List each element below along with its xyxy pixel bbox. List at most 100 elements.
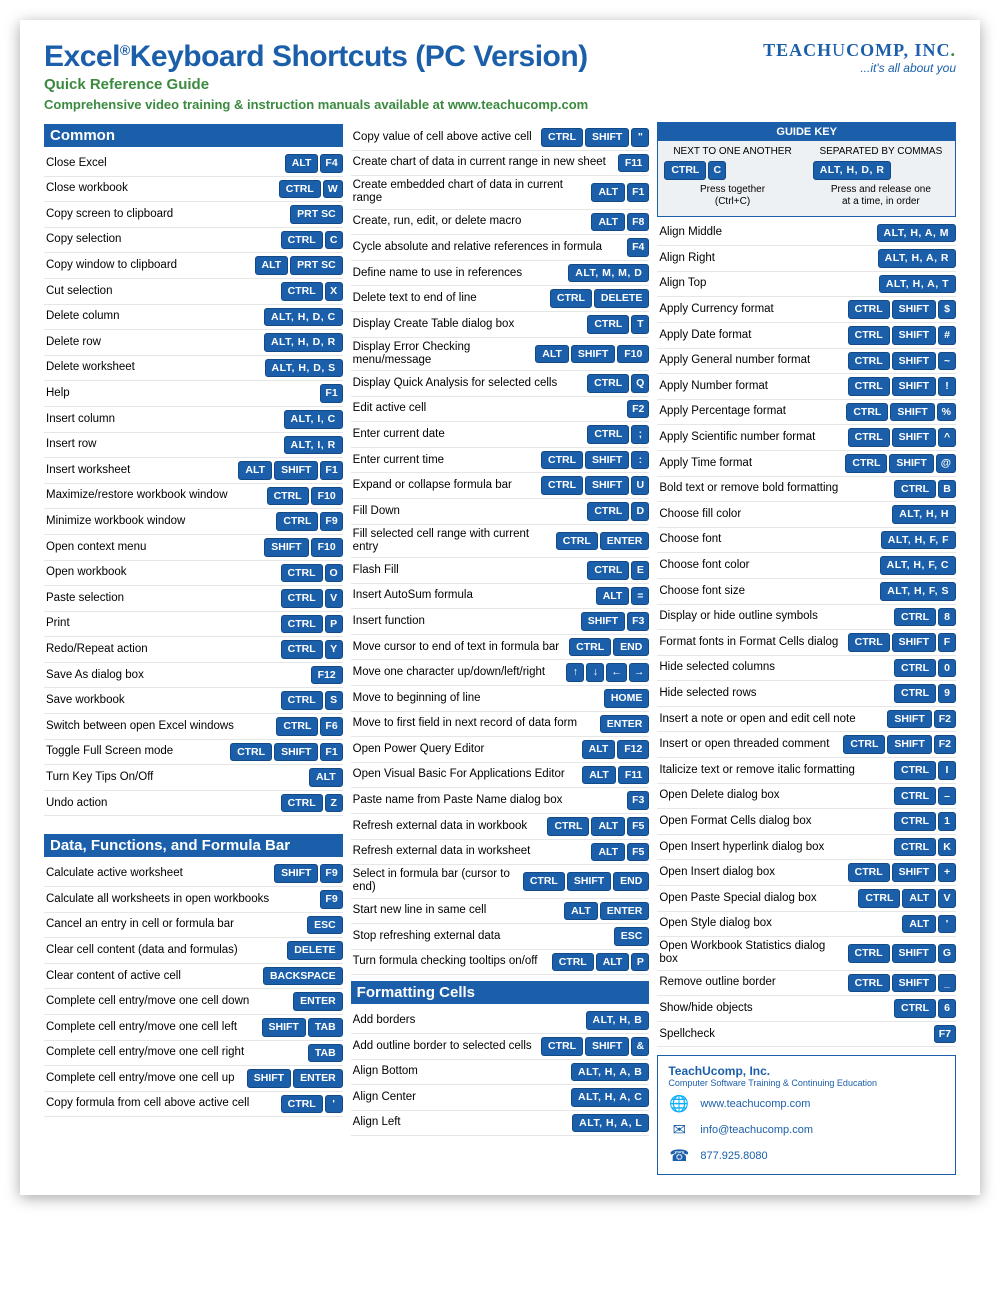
shortcut-label: Copy selection — [46, 233, 277, 246]
shortcut-label: Expand or collapse formula bar — [353, 479, 537, 492]
shortcut-keys: F7 — [934, 1025, 956, 1044]
key-cap: SHIFT — [892, 944, 936, 963]
shortcut-keys: CTRLSHIFTU — [541, 476, 649, 495]
key-cap: CTRL — [541, 476, 583, 495]
shortcut-label: Open context menu — [46, 541, 260, 554]
key-cap: SHIFT — [262, 1018, 306, 1037]
key-cap: TAB — [308, 1044, 343, 1063]
shortcut-row: Insert a note or open and edit cell note… — [657, 707, 956, 733]
shortcut-row: Create chart of data in current range in… — [351, 151, 650, 177]
shortcut-label: Delete text to end of line — [353, 292, 546, 305]
shortcut-row: Insert or open threaded commentCTRLSHIFT… — [657, 732, 956, 758]
shortcut-label: Open Visual Basic For Applications Edito… — [353, 768, 579, 781]
shortcut-keys: ALT= — [596, 587, 650, 606]
key-cap: F9 — [320, 512, 342, 531]
shortcut-keys: CTRLSHIFT$ — [848, 300, 956, 319]
key-cap: ALT — [564, 902, 598, 921]
shortcut-keys: ↑↓←→ — [566, 663, 649, 682]
shortcut-label: Toggle Full Screen mode — [46, 745, 226, 758]
shortcut-keys: CTRLALTP — [552, 953, 650, 972]
shortcut-row: Align LeftALT, H, A, L — [351, 1111, 650, 1137]
shortcut-row: Choose font colorALT, H, F, C — [657, 553, 956, 579]
brand-name: TEACHUCOMP, INC. — [763, 40, 956, 61]
shortcut-row: Turn Key Tips On/OffALT — [44, 765, 343, 791]
shortcut-row: Copy selectionCTRLC — [44, 228, 343, 254]
shortcut-keys: ALTF5 — [591, 843, 649, 862]
shortcut-row: Align RightALT, H, A, R — [657, 246, 956, 272]
shortcut-row: Insert columnALT, I, C — [44, 407, 343, 433]
key-cap: CTRL — [541, 128, 583, 147]
contact-web: 🌐 www.teachucomp.com — [668, 1094, 945, 1114]
key-cap: CTRL — [541, 451, 583, 470]
key-cap: ENTER — [600, 532, 650, 551]
shortcut-keys: ENTER — [293, 992, 343, 1011]
key-cap: CTRL — [281, 564, 323, 583]
key-cap: Z — [325, 794, 343, 813]
key-cap: SHIFT — [887, 735, 931, 754]
shortcut-label: Copy value of cell above active cell — [353, 131, 537, 144]
key-cap: ENTER — [600, 715, 650, 734]
shortcut-row: Save workbookCTRLS — [44, 688, 343, 714]
shortcut-label: Display Quick Analysis for selected cell… — [353, 377, 584, 390]
shortcut-label: Choose font size — [659, 585, 876, 598]
column-3: GUIDE KEY NEXT TO ONE ANOTHER CTRLC Pres… — [657, 118, 956, 1175]
shortcut-row: Edit active cellF2 — [351, 397, 650, 423]
key-cap: X — [325, 282, 343, 301]
key-cap: F11 — [618, 766, 650, 785]
key-cap: ALT, H, A, R — [878, 249, 956, 268]
shortcut-label: Open Insert hyperlink dialog box — [659, 841, 890, 854]
key-cap: CTRL — [550, 289, 592, 308]
key-cap: ← — [606, 663, 627, 682]
shortcut-row: Choose font size ALT, H, F, S — [657, 579, 956, 605]
shortcut-label: Edit active cell — [353, 402, 623, 415]
key-cap: HOME — [604, 689, 650, 708]
key-cap: S — [325, 691, 343, 710]
key-cap: CTRL — [552, 953, 594, 972]
key-cap: CTRL — [664, 161, 706, 180]
shortcut-keys: ESC — [614, 927, 650, 946]
key-cap: O — [325, 564, 343, 583]
shortcut-keys: ALTENTER — [564, 902, 649, 921]
shortcut-label: Refresh external data in workbook — [353, 820, 544, 833]
brand-tagline: ...it's all about you — [763, 61, 956, 75]
shortcut-label: Complete cell entry/move one cell right — [46, 1046, 304, 1059]
shortcut-label: Apply Date format — [659, 329, 843, 342]
shortcut-label: Insert worksheet — [46, 464, 234, 477]
shortcut-keys: ALT, H, F, S — [880, 582, 956, 601]
key-cap: B — [938, 480, 956, 499]
list-dfb-1: Calculate active worksheetSHIFTF9Calcula… — [44, 861, 343, 1117]
shortcut-row: Align TopALT, H, A, T — [657, 272, 956, 298]
shortcut-label: Copy window to clipboard — [46, 259, 251, 272]
shortcut-label: Maximize/restore workbook window — [46, 489, 263, 502]
shortcut-label: Align Middle — [659, 226, 872, 239]
shortcut-keys: CTRLZ — [281, 794, 343, 813]
shortcut-label: Calculate active worksheet — [46, 867, 270, 880]
shortcut-row: Copy screen to clipboardPRT SC — [44, 202, 343, 228]
shortcut-row: Italicize text or remove italic formatti… — [657, 758, 956, 784]
contact-phone-text: 877.925.8080 — [700, 1150, 767, 1162]
shortcut-row: Undo action CTRLZ — [44, 791, 343, 817]
shortcut-row: Display Quick Analysis for selected cell… — [351, 371, 650, 397]
shortcut-label: Clear content of active cell — [46, 970, 259, 983]
key-cap: CTRL — [281, 282, 323, 301]
shortcut-label: Undo action — [46, 797, 277, 810]
header: Excel®Keyboard Shortcuts (PC Version) Qu… — [44, 40, 956, 112]
key-cap: CTRL — [587, 425, 629, 444]
shortcut-keys: ALT — [309, 768, 343, 787]
shortcut-label: Redo/Repeat action — [46, 643, 277, 656]
shortcut-label: Display or hide outline symbols — [659, 610, 890, 623]
key-cap: ALT — [238, 461, 272, 480]
shortcut-label: Enter current time — [353, 454, 537, 467]
shortcut-row: Align CenterALT, H, A, C — [351, 1085, 650, 1111]
shortcut-keys: PRT SC — [290, 205, 343, 224]
shortcut-row: Open Power Query EditorALTF12 — [351, 737, 650, 763]
key-cap: ALT — [255, 256, 289, 275]
contact-sub: Computer Software Training & Continuing … — [668, 1078, 945, 1088]
shortcut-label: Move to beginning of line — [353, 692, 600, 705]
shortcut-keys: SHIFTF2 — [887, 710, 956, 729]
key-cap: ALT, I, R — [284, 436, 343, 455]
shortcut-row: Calculate all worksheets in open workboo… — [44, 887, 343, 913]
shortcut-label: Cycle absolute and relative references i… — [353, 241, 623, 254]
shortcut-label: Open workbook — [46, 566, 277, 579]
shortcut-label: Complete cell entry/move one cell up — [46, 1072, 243, 1085]
